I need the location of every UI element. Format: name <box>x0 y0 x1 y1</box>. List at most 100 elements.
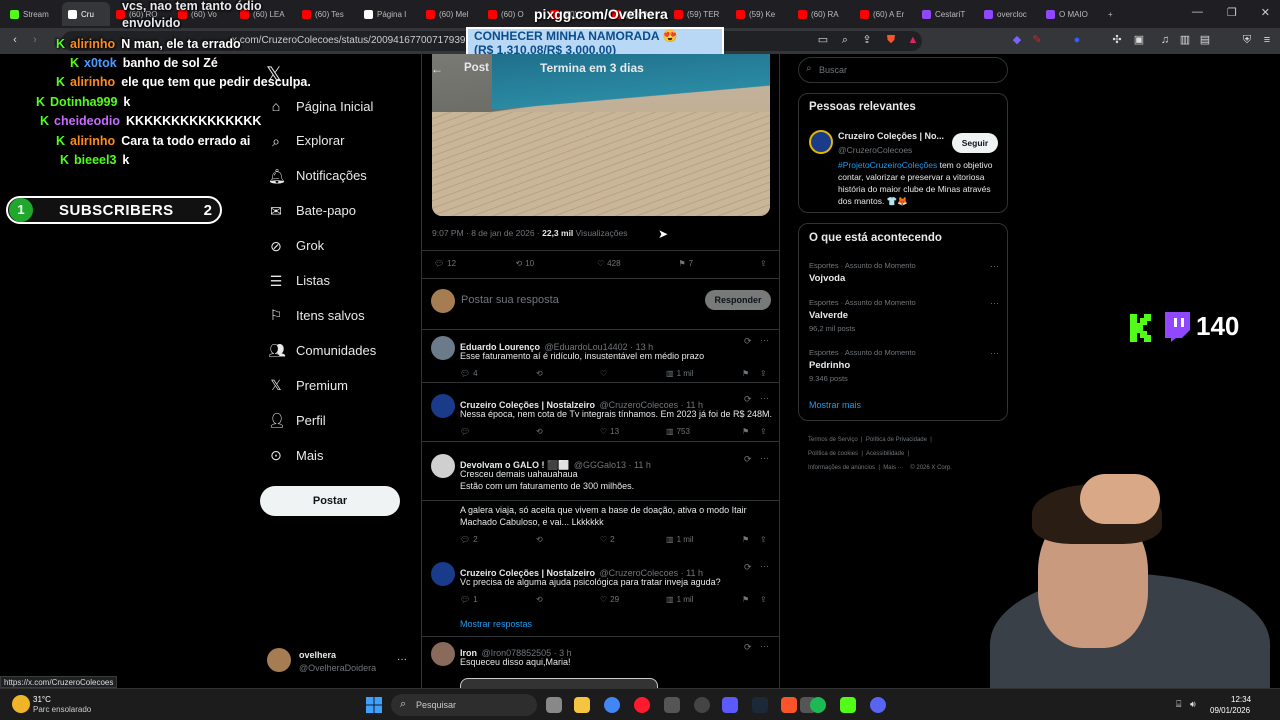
nav-item[interactable]: ☰ Listas <box>268 273 330 289</box>
task-view-icon[interactable] <box>546 697 562 713</box>
browser-tab[interactable]: (60) Tes <box>296 2 358 26</box>
bio-hashtag[interactable]: #ProjetoCruzeiroColeções <box>838 160 937 170</box>
brave-rewards-icon[interactable]: ▲ <box>906 33 920 47</box>
back-icon[interactable]: ‹ <box>8 33 22 47</box>
spotify-icon[interactable] <box>810 697 826 713</box>
more-icon[interactable]: ··· <box>760 561 769 571</box>
obs-icon[interactable] <box>694 697 710 713</box>
app-icon[interactable] <box>722 697 738 713</box>
browser-tab[interactable]: (59) Ke <box>730 2 792 26</box>
share-icon[interactable]: ⇪ <box>760 535 767 544</box>
repost-action[interactable]: ⟲ 10 <box>516 259 585 268</box>
browser-tab[interactable]: overcloc <box>978 2 1040 26</box>
reply-avatar[interactable] <box>431 394 455 418</box>
menu-icon[interactable]: ≡ <box>1260 33 1274 47</box>
network-icon[interactable]: ⌸ <box>1176 699 1181 710</box>
show-replies-link[interactable]: Mostrar respostas <box>460 619 532 629</box>
reply-action[interactable]: 💬︎ <box>460 427 536 436</box>
repost-action[interactable]: ⟲ <box>536 427 600 436</box>
nav-item[interactable]: ✉ Bate-papo <box>268 203 356 219</box>
more-icon[interactable]: ··· <box>990 298 999 308</box>
volume-icon[interactable]: 🔊︎ <box>1190 699 1196 710</box>
x-logo-icon[interactable]: 𝕏 <box>266 62 282 87</box>
browser-tab[interactable]: O MAIO <box>1040 2 1102 26</box>
steam-icon[interactable] <box>752 697 768 713</box>
views-action[interactable]: ▥ 1 mil <box>666 369 742 378</box>
nav-item[interactable]: 𝕏 Premium <box>268 377 348 393</box>
weather-icon[interactable] <box>12 695 30 713</box>
reply-avatar[interactable] <box>431 642 455 666</box>
sidebar-icon[interactable]: ▥ <box>1178 33 1192 47</box>
account-avatar[interactable] <box>267 648 291 672</box>
like-action[interactable]: ♡ <box>600 369 666 378</box>
kick-icon[interactable] <box>840 697 856 713</box>
extension-icon[interactable]: ✎ <box>1030 33 1044 47</box>
start-icon[interactable] <box>366 697 382 713</box>
more-icon[interactable]: ··· <box>760 335 769 345</box>
search-input[interactable]: Buscar <box>798 57 1008 83</box>
footer-link[interactable]: Política de Privacidade <box>866 437 927 443</box>
nav-item[interactable]: ⌂ Página Inicial <box>268 98 374 114</box>
bookmark-icon[interactable]: ⚑ <box>742 535 760 544</box>
minimize-icon[interactable]: — <box>1192 6 1203 19</box>
back-arrow-icon[interactable]: ← <box>431 62 443 76</box>
app-icon[interactable] <box>664 697 680 713</box>
share-icon[interactable]: ⇪ <box>760 427 767 436</box>
discord-icon[interactable] <box>870 697 886 713</box>
browser-tab[interactable]: Stream <box>4 2 62 26</box>
nav-item[interactable]: ⊙ Mais <box>268 447 323 463</box>
share-icon[interactable]: ⇪ <box>760 259 774 268</box>
reply-action[interactable]: 💬︎ 4 <box>460 369 536 378</box>
more-icon[interactable]: ··· <box>760 453 769 463</box>
media-icon[interactable]: ♫ <box>1158 33 1172 47</box>
share-icon[interactable]: ⇪ <box>760 595 767 604</box>
brave-shield-icon[interactable]: ⛊ <box>884 33 898 47</box>
show-more-link[interactable]: Mostrar mais <box>809 400 861 410</box>
footer-link[interactable]: Informações de anúncios <box>808 465 875 471</box>
like-action[interactable]: ♡ 29 <box>600 595 666 604</box>
grok-icon[interactable]: ⟳ <box>744 454 752 465</box>
grok-icon[interactable]: ⟳ <box>744 562 752 573</box>
browser-tab[interactable]: (60) Mel <box>420 2 482 26</box>
more-icon[interactable]: ··· <box>990 261 999 271</box>
nav-item[interactable]: ⌕ Explorar <box>268 133 344 149</box>
vpn-icon[interactable]: ⛨ <box>1240 33 1254 47</box>
browser-tab[interactable]: (59) TER <box>668 2 730 26</box>
chrome-icon[interactable] <box>604 697 620 713</box>
like-action[interactable]: ♡ 13 <box>600 427 666 436</box>
extension-icon[interactable]: ● <box>1070 33 1084 47</box>
brave-icon[interactable] <box>781 697 797 713</box>
browser-tab[interactable]: Cru <box>62 2 110 26</box>
reply-avatar[interactable] <box>431 454 455 478</box>
grok-icon[interactable]: ⟳ <box>744 394 752 405</box>
footer-link[interactable]: Acessibilidade <box>866 451 904 457</box>
nav-item[interactable]: 👥︎ Comunidades <box>268 342 376 358</box>
repost-action[interactable]: ⟲ <box>536 369 600 378</box>
extension-icon[interactable]: ◆ <box>1010 33 1024 47</box>
footer-link[interactable]: Mais ··· <box>883 465 903 471</box>
reply-avatar[interactable] <box>431 562 455 586</box>
bookmark-icon[interactable]: ⚑ <box>742 595 760 604</box>
more-icon[interactable]: ··· <box>760 393 769 403</box>
screenshot-icon[interactable]: ▣ <box>1132 33 1146 47</box>
repost-action[interactable]: ⟲ <box>536 535 600 544</box>
extensions-icon[interactable]: ✣ <box>1110 33 1124 47</box>
nav-item[interactable]: ⚐ Itens salvos <box>268 307 365 323</box>
maximize-icon[interactable]: ❐ <box>1227 6 1237 19</box>
repost-action[interactable]: ⟲ <box>536 595 600 604</box>
footer-link[interactable]: Política de cookies <box>808 451 858 457</box>
more-icon[interactable]: ··· <box>990 348 999 358</box>
browser-tab[interactable]: (60) A Er <box>854 2 916 26</box>
forward-icon[interactable]: › <box>28 33 42 47</box>
cruzeiro-avatar[interactable] <box>809 130 833 154</box>
trend-item[interactable]: Esportes · Assunto do Momento Pedrinho 9.3… <box>809 348 999 383</box>
more-icon[interactable]: ··· <box>397 654 407 665</box>
wallet-icon[interactable]: ▤ <box>1198 33 1212 47</box>
views-action[interactable]: ▥ 753 <box>666 427 742 436</box>
like-action[interactable]: ♡ 428 <box>597 259 666 268</box>
relevant-name[interactable]: Cruzeiro Coleções | No... <box>838 131 944 141</box>
bookmark-icon[interactable]: ⚑ <box>742 369 760 378</box>
follow-button[interactable]: Seguir <box>952 133 998 153</box>
zoom-icon[interactable]: ⌕ <box>838 33 852 47</box>
taskbar-search[interactable]: Pesquisar <box>391 694 537 716</box>
